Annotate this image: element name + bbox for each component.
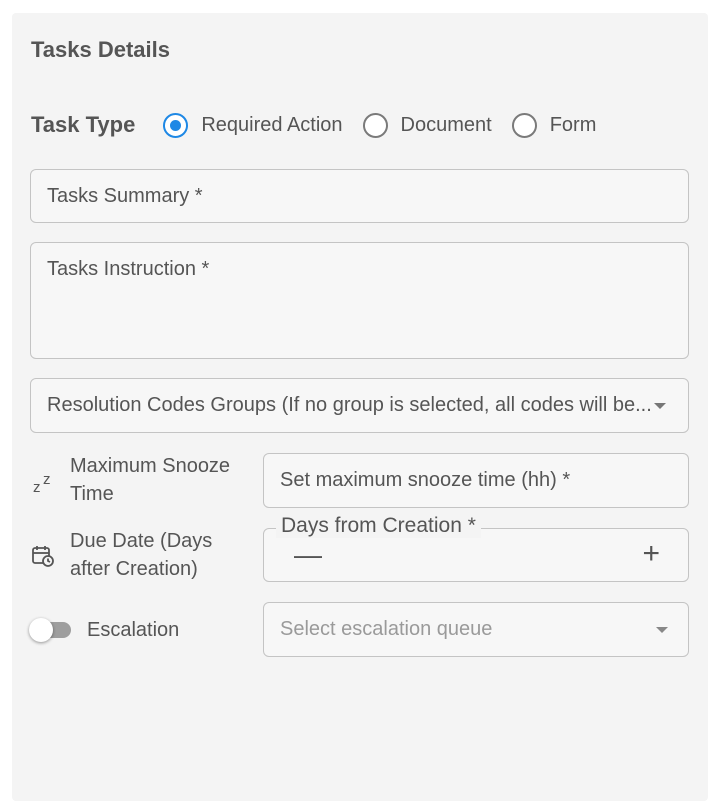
days-from-creation-stepper[interactable]: Days from Creation * — + [263, 514, 689, 582]
radio-unselected-icon[interactable] [511, 112, 537, 138]
chevron-down-icon[interactable] [656, 626, 668, 633]
tasks-details-panel: Tasks Details Task Type Required Action … [12, 13, 708, 801]
panel-title: Tasks Details [31, 37, 171, 62]
due-date-label: Due Date (Days after Creation) [70, 530, 213, 580]
radio-document[interactable]: Document [362, 112, 492, 138]
tasks-summary-input[interactable]: Tasks Summary * [30, 169, 689, 223]
toggle-thumb[interactable] [29, 618, 53, 642]
chevron-down-icon[interactable] [654, 402, 666, 409]
maximum-snooze-time-input[interactable]: Set maximum snooze time (hh) * [263, 453, 689, 508]
days-from-creation-label: Days from Creation * [276, 514, 481, 538]
radio-required-action[interactable]: Required Action [163, 112, 343, 138]
decrement-button[interactable]: — [294, 541, 322, 569]
radio-form[interactable]: Form [511, 112, 597, 138]
resolution-codes-groups-placeholder: Resolution Codes Groups (If no group is … [47, 394, 652, 416]
radio-label-document: Document [400, 113, 492, 136]
calendar-icon [31, 544, 55, 568]
radio-selected-icon[interactable] [163, 112, 189, 138]
maximum-snooze-time-label: Maximum Snooze Time [70, 455, 231, 505]
escalation-toggle[interactable] [29, 618, 73, 642]
escalation-queue-select[interactable]: Select escalation queue [263, 602, 689, 657]
snooze-time-placeholder: Set maximum snooze time (hh) * [280, 469, 571, 491]
snooze-icon: zz [33, 471, 51, 496]
task-type-label: Task Type [31, 112, 136, 137]
escalation-queue-placeholder: Select escalation queue [280, 618, 493, 640]
radio-label-form: Form [549, 113, 597, 136]
increment-button[interactable]: + [642, 539, 660, 569]
resolution-codes-groups-select[interactable]: Resolution Codes Groups (If no group is … [30, 378, 689, 433]
tasks-instruction-placeholder: Tasks Instruction * [47, 258, 210, 280]
radio-unselected-icon[interactable] [362, 112, 388, 138]
tasks-instruction-textarea[interactable]: Tasks Instruction * [30, 242, 689, 359]
task-type-row: Task Type Required Action Document Form [31, 110, 616, 140]
tasks-summary-placeholder: Tasks Summary * [47, 184, 203, 207]
radio-label-required-action: Required Action [201, 113, 343, 136]
escalation-label: Escalation [87, 619, 180, 641]
